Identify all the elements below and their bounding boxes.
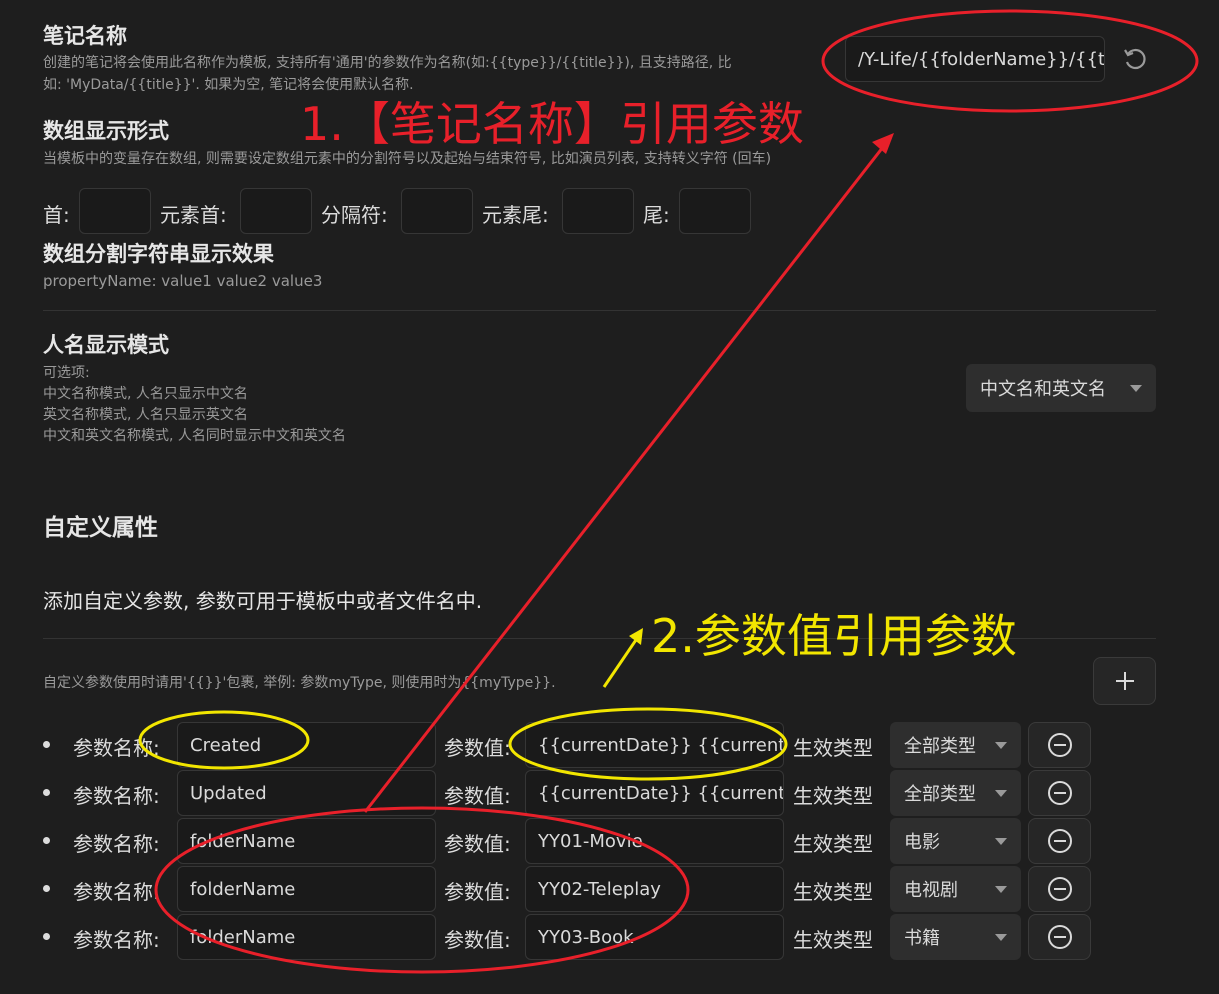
red-arrow-head (872, 133, 894, 154)
red-arrow-line (363, 137, 892, 813)
yellow-annotation-text: 2.参数值引用参数 (651, 609, 1017, 663)
yellow-arrow-line (602, 633, 642, 688)
yellow-ellipse-created (138, 710, 310, 770)
red-ellipse-folder-names (154, 806, 690, 974)
red-annotation-text: 1.【笔记名称】引用参数 (300, 97, 804, 151)
yellow-ellipse-current-date (508, 707, 788, 781)
red-ellipse-note-name (821, 9, 1199, 113)
